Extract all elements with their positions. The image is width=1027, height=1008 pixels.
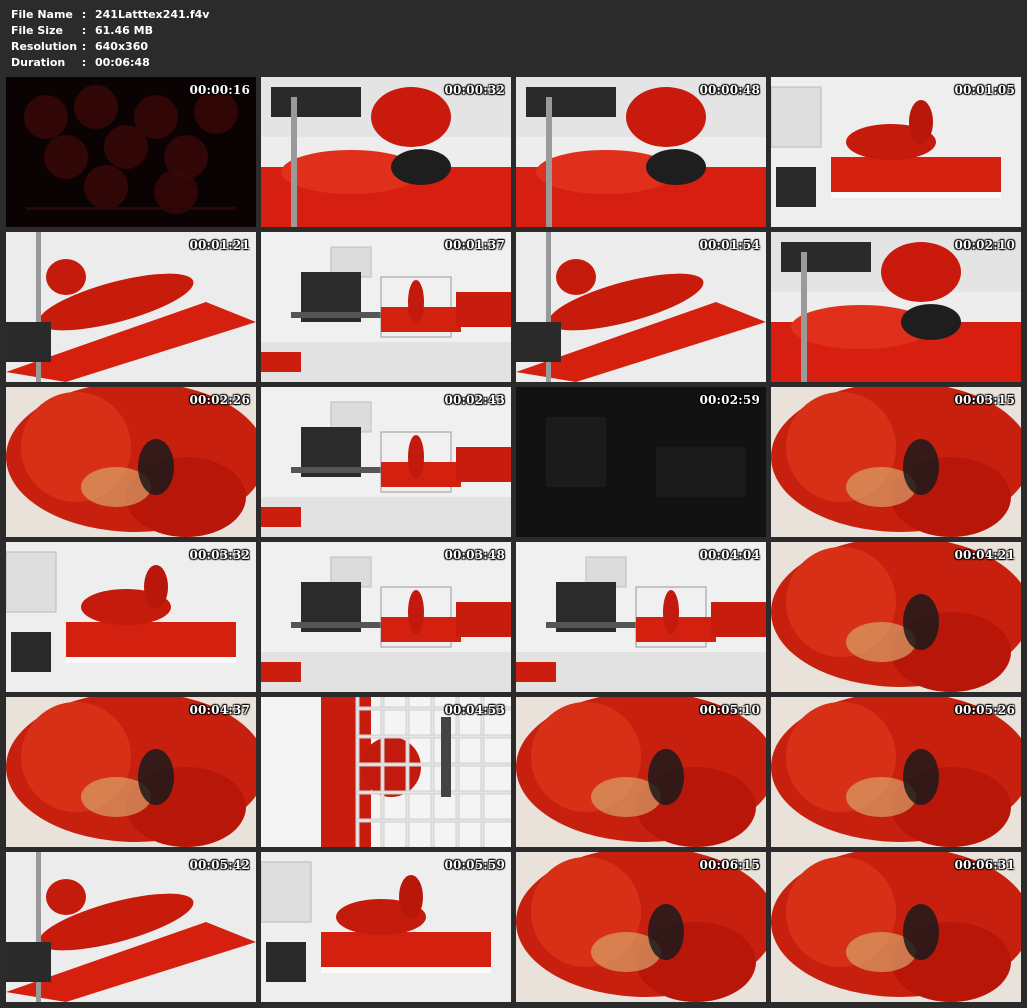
video-thumbnail[interactable]: 00:05:10 [516,697,766,847]
file-info-value: 61.46 MB [95,24,153,37]
thumbnail-frame-image [771,232,1021,382]
video-thumbnail[interactable]: 00:03:48 [261,542,511,692]
thumbnail-frame-image [261,77,511,227]
thumbnail-timestamp: 00:05:42 [189,858,250,872]
thumbnail-frame-image [771,852,1021,1002]
video-thumbnail[interactable]: 00:05:42 [6,852,256,1002]
thumbnail-timestamp: 00:00:48 [699,83,760,97]
thumbnail-frame-image [261,852,511,1002]
thumbnail-timestamp: 00:00:32 [444,83,505,97]
thumbnail-frame-image [771,387,1021,537]
thumbnail-timestamp: 00:01:21 [189,238,250,252]
thumbnail-frame-image [771,697,1021,847]
file-info-label: Resolution [11,40,78,53]
thumbnail-frame-image [516,232,766,382]
thumbnail-timestamp: 00:05:10 [699,703,760,717]
file-info-panel: File Name:241Latttex241.f4v File Size:61.… [11,7,209,71]
contact-sheet: File Name:241Latttex241.f4v File Size:61.… [0,0,1027,1008]
video-thumbnail[interactable]: 00:06:15 [516,852,766,1002]
video-thumbnail[interactable]: 00:04:21 [771,542,1021,692]
video-thumbnail[interactable]: 00:01:21 [6,232,256,382]
thumbnail-frame-image [261,387,511,537]
video-thumbnail[interactable]: 00:04:37 [6,697,256,847]
video-thumbnail[interactable]: 00:04:04 [516,542,766,692]
file-info-label: Duration [11,56,66,69]
thumbnail-timestamp: 00:03:32 [189,548,250,562]
thumbnail-timestamp: 00:04:04 [699,548,760,562]
thumbnail-timestamp: 00:02:10 [954,238,1015,252]
thumbnail-timestamp: 00:02:26 [189,393,250,407]
file-info-value: 00:06:48 [95,56,150,69]
thumbnail-frame-image [771,77,1021,227]
file-info-row: File Size:61.46 MB [11,23,209,39]
file-info-value: 241Latttex241.f4v [95,8,210,21]
thumbnail-frame-image [6,852,256,1002]
thumbnail-timestamp: 00:01:37 [444,238,505,252]
thumbnail-timestamp: 00:02:59 [699,393,760,407]
thumbnail-timestamp: 00:01:05 [954,83,1015,97]
thumbnail-timestamp: 00:00:16 [189,83,250,97]
video-thumbnail[interactable]: 00:03:15 [771,387,1021,537]
thumbnail-frame-image [261,232,511,382]
thumbnail-frame-image [261,542,511,692]
thumbnail-frame-image [6,387,256,537]
video-thumbnail[interactable]: 00:04:53 [261,697,511,847]
thumbnail-timestamp: 00:03:48 [444,548,505,562]
thumbnail-timestamp: 00:04:21 [954,548,1015,562]
thumbnail-grid: 00:00:16 00:00:32 00:00:48 00:01:05 00:01:21… [6,77,1021,1002]
file-info-label: File Size [11,24,63,37]
file-info-value: 640x360 [95,40,149,53]
thumbnail-frame-image [6,542,256,692]
file-info-row: Resolution:640x360 [11,39,209,55]
thumbnail-frame-image [6,697,256,847]
thumbnail-frame-image [6,232,256,382]
video-thumbnail[interactable]: 00:05:59 [261,852,511,1002]
video-thumbnail[interactable]: 00:01:37 [261,232,511,382]
video-thumbnail[interactable]: 00:02:59 [516,387,766,537]
thumbnail-frame-image [516,542,766,692]
file-info-separator: : [81,8,87,21]
thumbnail-timestamp: 00:05:59 [444,858,505,872]
video-thumbnail[interactable]: 00:06:31 [771,852,1021,1002]
thumbnail-frame-image [516,852,766,1002]
file-info-separator: : [81,24,87,37]
file-info-separator: : [81,56,87,69]
video-thumbnail[interactable]: 00:00:32 [261,77,511,227]
thumbnail-timestamp: 00:06:31 [954,858,1015,872]
thumbnail-frame-image [6,77,256,227]
thumbnail-frame-image [771,542,1021,692]
video-thumbnail[interactable]: 00:00:48 [516,77,766,227]
thumbnail-timestamp: 00:06:15 [699,858,760,872]
file-info-row: Duration:00:06:48 [11,55,209,71]
thumbnail-timestamp: 00:01:54 [699,238,760,252]
thumbnail-timestamp: 00:04:37 [189,703,250,717]
thumbnail-frame-image [261,697,511,847]
video-thumbnail[interactable]: 00:02:10 [771,232,1021,382]
video-thumbnail[interactable]: 00:02:26 [6,387,256,537]
thumbnail-frame-image [516,697,766,847]
thumbnail-timestamp: 00:03:15 [954,393,1015,407]
thumbnail-timestamp: 00:05:26 [954,703,1015,717]
thumbnail-frame-image [516,387,766,537]
video-thumbnail[interactable]: 00:02:43 [261,387,511,537]
thumbnail-timestamp: 00:04:53 [444,703,505,717]
video-thumbnail[interactable]: 00:01:05 [771,77,1021,227]
video-thumbnail[interactable]: 00:03:32 [6,542,256,692]
thumbnail-timestamp: 00:02:43 [444,393,505,407]
file-info-separator: : [81,40,87,53]
video-thumbnail[interactable]: 00:05:26 [771,697,1021,847]
thumbnail-frame-image [516,77,766,227]
video-thumbnail[interactable]: 00:00:16 [6,77,256,227]
file-info-label: File Name [11,8,73,21]
video-thumbnail[interactable]: 00:01:54 [516,232,766,382]
file-info-row: File Name:241Latttex241.f4v [11,7,209,23]
